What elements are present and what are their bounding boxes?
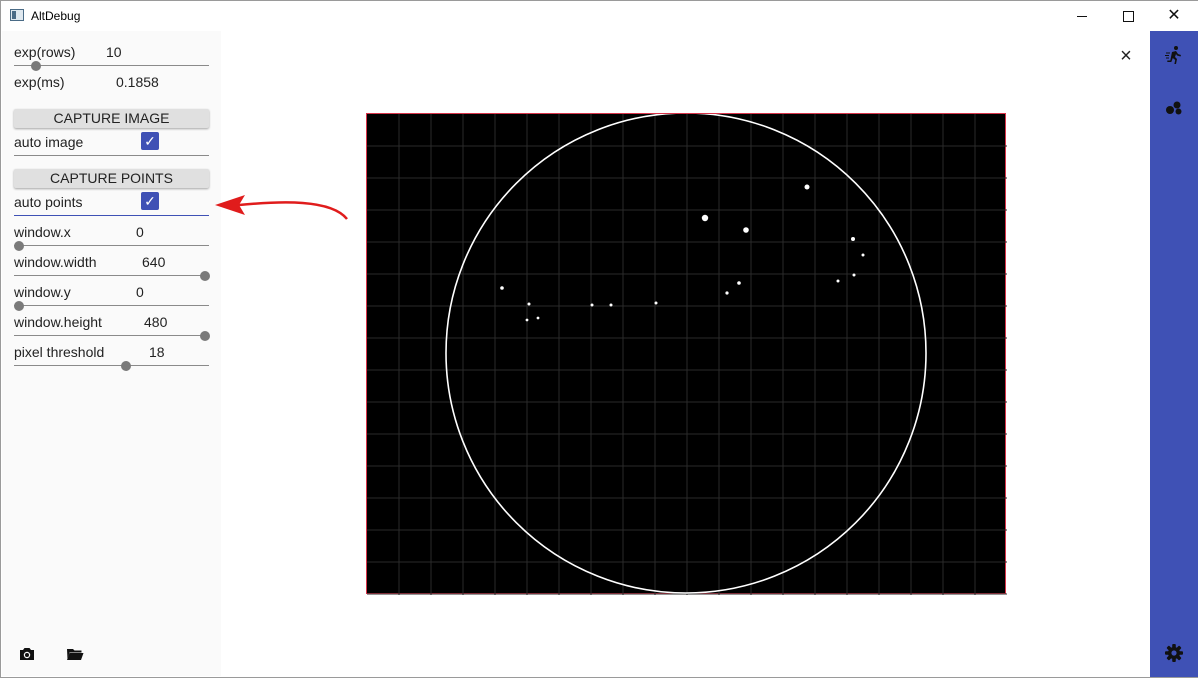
window-x-label: window.x xyxy=(14,224,71,240)
window-y-label: window.y xyxy=(14,284,71,300)
window-width-label: window.width xyxy=(14,254,97,270)
detected-point xyxy=(609,303,613,307)
pixel-threshold-slider-handle[interactable] xyxy=(121,361,131,371)
close-window-button[interactable]: ✕ xyxy=(1151,1,1197,31)
pixel-threshold-slider-track[interactable] xyxy=(14,365,209,366)
camera-preview-svg xyxy=(367,114,1007,595)
app-icon xyxy=(10,9,24,21)
auto-image-row: auto image ✓ xyxy=(14,121,209,156)
detected-point xyxy=(852,273,856,277)
exp-ms-label: exp(ms) xyxy=(14,74,65,90)
detected-point xyxy=(527,302,531,306)
window-x-value: 0 xyxy=(136,224,144,240)
detected-point xyxy=(836,279,840,283)
camera-icon[interactable] xyxy=(17,645,37,663)
detected-point xyxy=(654,301,658,305)
window-title: AltDebug xyxy=(31,9,81,23)
close-overlay-button[interactable]: × xyxy=(1116,45,1136,67)
run-icon[interactable] xyxy=(1164,45,1184,65)
window-height-slider-row: window.height 480 xyxy=(14,301,210,341)
auto-image-divider xyxy=(14,155,209,156)
detected-point xyxy=(804,184,810,190)
auto-points-row: auto points ✓ xyxy=(14,181,209,216)
detected-point xyxy=(737,281,741,285)
auto-points-label: auto points xyxy=(14,194,83,210)
detected-point xyxy=(500,286,504,290)
detected-point xyxy=(536,316,540,320)
detected-point xyxy=(725,291,729,295)
window-y-slider-row: window.y 0 xyxy=(14,271,209,311)
pixel-threshold-value: 18 xyxy=(149,344,165,360)
auto-points-checkbox[interactable]: ✓ xyxy=(141,192,159,210)
control-panel: exp(rows) 10 exp(ms) 0.1858 CAPTURE IMAG… xyxy=(2,31,221,676)
window-y-value: 0 xyxy=(136,284,144,300)
window-x-slider-row: window.x 0 xyxy=(14,211,209,251)
exp-ms-row: exp(ms) 0.1858 xyxy=(14,61,209,91)
detected-point xyxy=(525,318,529,322)
window-width-value: 640 xyxy=(142,254,166,270)
calibration-circle xyxy=(445,114,927,594)
minimize-button[interactable] xyxy=(1059,1,1105,31)
pixel-threshold-label: pixel threshold xyxy=(14,344,105,360)
exp-ms-value: 0.1858 xyxy=(116,74,159,90)
bubbles-icon[interactable] xyxy=(1164,97,1184,117)
detected-point xyxy=(743,227,749,233)
window-height-value: 480 xyxy=(144,314,168,330)
auto-image-label: auto image xyxy=(14,134,84,150)
exp-rows-slider-row: exp(rows) 10 xyxy=(14,31,209,71)
window-width-slider-row: window.width 640 xyxy=(14,241,210,281)
exp-rows-label: exp(rows) xyxy=(14,44,76,60)
auto-image-checkbox[interactable]: ✓ xyxy=(141,132,159,150)
camera-preview-canvas[interactable] xyxy=(366,113,1007,595)
maximize-button[interactable] xyxy=(1105,1,1151,31)
app-window: AltDebug ✕ exp(rows) 10 exp(ms) 0.1858 C… xyxy=(0,0,1198,678)
title-bar: AltDebug ✕ xyxy=(1,1,1198,31)
detected-point xyxy=(701,214,709,222)
window-height-label: window.height xyxy=(14,314,102,330)
gear-icon[interactable] xyxy=(1164,643,1184,663)
detected-point xyxy=(851,237,855,241)
folder-open-icon[interactable] xyxy=(65,645,85,663)
exp-rows-value: 10 xyxy=(106,44,122,60)
pixel-threshold-slider-row: pixel threshold 18 xyxy=(14,331,209,371)
detected-point xyxy=(861,253,865,257)
detected-point xyxy=(590,303,594,307)
annotation-arrow xyxy=(215,195,348,220)
right-sidebar xyxy=(1150,31,1198,677)
